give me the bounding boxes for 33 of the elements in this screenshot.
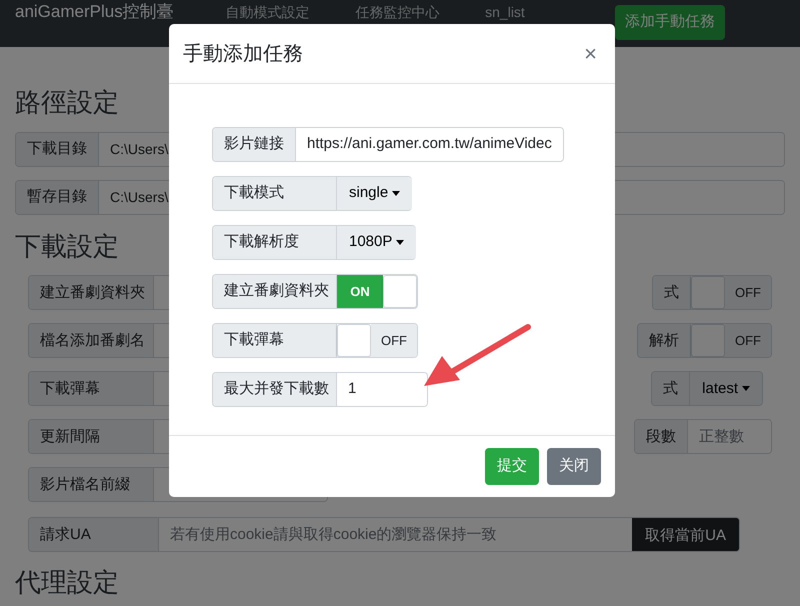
section-heading: 路徑設定 [15, 86, 119, 119]
field-label: 檔名添加番劇名 [29, 324, 154, 358]
close-button[interactable]: × [580, 42, 601, 64]
field-label: 下載彈幕 [213, 324, 337, 357]
field-label: 下載彈幕 [29, 372, 154, 406]
add-task-button[interactable]: 添加手動任務 [615, 5, 725, 40]
section-heading: 代理設定 [15, 566, 119, 599]
section-heading: 下載設定 [15, 230, 119, 264]
brand-title[interactable]: aniGamerPlus控制臺 [15, 0, 226, 22]
field-label: 影片檔名前綴 [29, 468, 154, 502]
toggle-switch[interactable]: ON [337, 275, 417, 308]
submit-button[interactable]: 提交 [485, 448, 539, 485]
field-label: 更新間隔 [29, 420, 154, 454]
field-label: 式 [653, 276, 691, 310]
dropdown-button[interactable]: latest [690, 372, 762, 406]
field-label: 式 [652, 372, 690, 406]
field-label: 下載模式 [213, 177, 337, 210]
modal-title: 手動添加任務 [183, 42, 303, 66]
dropdown-button[interactable]: 1080P [337, 226, 416, 259]
field-label: 下載解析度 [213, 226, 337, 259]
toggle-switch[interactable]: OFF [691, 324, 771, 358]
field-label: 暫存目錄 [16, 181, 99, 214]
close-dialog-button[interactable]: 关闭 [547, 448, 601, 485]
field-label: 解析 [638, 324, 691, 358]
nav-link[interactable]: 任務監控中心 [355, 0, 486, 21]
nav-link[interactable]: 自動模式設定 [225, 0, 356, 21]
toggle-switch[interactable]: OFF [691, 276, 771, 310]
toggle-switch[interactable]: OFF [337, 324, 417, 357]
field-label: 建立番劇資料夾 [213, 275, 337, 308]
dropdown-button[interactable]: single [337, 177, 412, 210]
nav-link[interactable]: sn_list [485, 0, 615, 21]
field-label: 下載目錄 [16, 133, 99, 166]
field-label: 建立番劇資料夾 [29, 276, 154, 310]
